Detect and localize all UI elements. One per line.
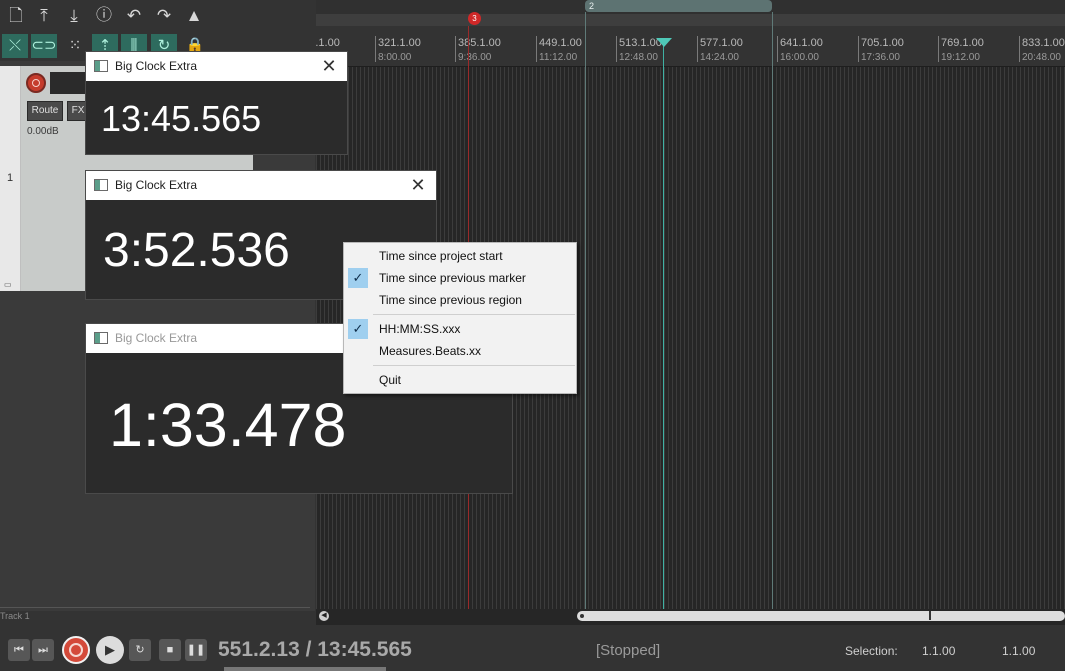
ruler-tick-time: 8:00.00 [378,52,412,63]
menu-item-label: Time since project start [379,249,503,263]
menu-item-label: Quit [379,373,402,387]
window-title: Big Clock Extra [115,331,198,345]
region-end-line [772,12,773,609]
ruler-tick-label: 705.1.00 [861,37,904,49]
save-project-icon[interactable]: ⤓ [63,5,85,27]
track-footer-label: Track 1 [0,611,30,621]
close-icon[interactable]: ✕ [317,54,341,78]
metronome-icon[interactable]: ▲ [183,5,205,27]
ruler-tick [697,36,698,62]
window-title: Big Clock Extra [115,59,198,73]
context-menu: Time since project start ✓ Time since pr… [343,242,577,394]
selection-end[interactable]: 1.1.00 [1002,644,1035,658]
menu-item-hhmmss-format[interactable]: ✓ HH:MM:SS.xxx [346,318,574,340]
ruler-tick-label: 385.1.00 [458,37,501,49]
link-icon[interactable]: ⊂⊃ [31,34,57,58]
transport-progress-bar [224,667,386,671]
ruler-tick [616,36,617,62]
ruler-tick [777,36,778,62]
open-project-icon[interactable]: ⤒ [33,5,55,27]
edit-cursor-head-icon[interactable] [656,38,672,47]
menu-item-time-since-previous-region[interactable]: Time since previous region [346,289,574,311]
transport-time: 551.2.13 / 13:45.565 [218,638,412,661]
menu-item-label: Measures.Beats.xx [379,344,482,358]
check-icon: ✓ [348,319,368,339]
divider [0,607,310,608]
scroll-left-icon[interactable]: ◀ [319,611,329,621]
ruler-tick [858,36,859,62]
menu-item-time-since-project-start[interactable]: Time since project start [346,245,574,267]
ruler-tick [536,36,537,62]
clock-time: 3:52.536 [103,224,290,277]
main-toolbar: 🗋 ⤒ ⤓ ⓘ ↶ ↷ ▲ [0,0,315,33]
ripple-edit-icon[interactable]: ⤬ [2,34,28,58]
ruler-tick-label: 769.1.00 [941,37,984,49]
ruler-tick [375,36,376,62]
stop-button[interactable]: ■ [159,639,181,661]
ruler-tick-label: 641.1.00 [780,37,823,49]
ruler-tick-time: 20:48.00 [1022,52,1061,63]
scrollbar-marker [929,611,931,620]
folder-icon[interactable]: ▭ [4,280,12,289]
ruler-tick-label: 449.1.00 [539,37,582,49]
clock-time: 1:33.478 [109,391,347,459]
clock-time: 13:45.565 [101,98,262,139]
ruler-tick-label: 577.1.00 [700,37,743,49]
ruler-tick-time: 16:00.00 [780,52,819,63]
menu-item-time-since-previous-marker[interactable]: ✓ Time since previous marker [346,267,574,289]
big-clock-window-1[interactable]: Big Clock Extra ✕ 13:45.565 [85,51,348,155]
go-to-end-button[interactable]: ⏭ [32,639,54,661]
menu-separator [373,365,575,366]
record-button[interactable] [62,636,90,664]
menu-item-measures-beats-format[interactable]: Measures.Beats.xx [346,340,574,362]
selection-start[interactable]: 1.1.00 [922,644,955,658]
ruler-tick-label: 833.1.00 [1022,37,1065,49]
ruler-tick-label: 257.1.00 [316,37,340,49]
menu-separator [373,314,575,315]
scrollbar-thumb[interactable] [577,611,1065,621]
repeat-icon[interactable]: ↻ [129,639,151,661]
window-titlebar[interactable]: Big Clock Extra ✕ [86,171,436,200]
edit-cursor-line [663,44,664,609]
ruler-tick-time: 14:24.00 [700,52,739,63]
ruler-tick [455,36,456,62]
check-icon: ✓ [348,268,368,288]
new-project-icon[interactable]: 🗋 [5,5,27,27]
track-number: 1 [6,172,14,184]
selection-label: Selection: [845,644,898,658]
ruler-tick [938,36,939,62]
redo-icon[interactable]: ↷ [153,5,175,27]
ruler-tick-time: 11:12.00 [539,52,578,63]
region-start-line [585,12,586,609]
menu-item-label: Time since previous region [379,293,522,307]
window-title: Big Clock Extra [115,178,198,192]
ruler-tick-time: 9:36.00 [458,52,492,63]
play-button[interactable]: ▶ [96,636,124,664]
menu-item-label: Time since previous marker [379,271,526,285]
ruler-tick-time: 17:36.00 [861,52,900,63]
window-titlebar[interactable]: Big Clock Extra ✕ [86,52,347,81]
scrollbar-grip [580,614,584,618]
marker-badge[interactable]: 3 [468,12,481,25]
track-volume: 0.00dB [27,126,59,137]
route-button[interactable]: Route [27,101,63,121]
ruler-tick [1019,36,1020,62]
transport-status: [Stopped] [596,642,661,659]
info-icon[interactable]: ⓘ [93,5,115,27]
go-to-start-button[interactable]: ⏮ [8,639,30,661]
app-icon [94,332,108,344]
ruler-tick-time: 19:12.00 [941,52,980,63]
region-block[interactable] [585,0,772,12]
app-icon [94,179,108,191]
menu-item-label: HH:MM:SS.xxx [379,322,461,336]
close-icon[interactable]: ✕ [406,173,430,197]
ruler-tick-label: 321.1.00 [378,37,421,49]
undo-icon[interactable]: ↶ [123,5,145,27]
app-icon [94,60,108,72]
record-arm-button[interactable] [26,73,46,93]
pause-button[interactable]: ❚❚ [185,639,207,661]
region-label: 2 [589,1,595,11]
menu-item-quit[interactable]: Quit [346,369,574,391]
ruler-tick-time: 12:48.00 [619,52,658,63]
